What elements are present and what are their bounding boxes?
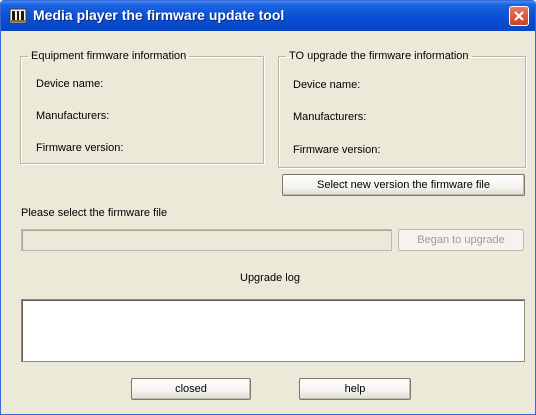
dialog-client-area: Equipment firmware information Device na… bbox=[1, 31, 535, 414]
upgrade-log-textarea[interactable] bbox=[21, 299, 525, 362]
window-title: Media player the firmware update tool bbox=[33, 7, 285, 23]
upgrade-manufacturers-label: Manufacturers: bbox=[293, 111, 367, 123]
equipment-firmware-legend: Equipment firmware information bbox=[31, 50, 187, 62]
upgrade-log-label: Upgrade log bbox=[240, 272, 300, 284]
media-player-app-icon bbox=[9, 8, 27, 24]
close-window-button[interactable] bbox=[509, 6, 529, 26]
closed-button[interactable]: closed bbox=[131, 378, 251, 400]
close-icon bbox=[514, 11, 524, 21]
equipment-firmware-version-label: Firmware version: bbox=[36, 142, 124, 154]
upgrade-device-name-label: Device name: bbox=[293, 79, 361, 91]
help-button[interactable]: help bbox=[299, 378, 411, 400]
firmware-file-path-field[interactable] bbox=[21, 229, 392, 251]
file-prompt-label: Please select the firmware file bbox=[21, 207, 168, 219]
firmware-update-window: Media player the firmware update tool Eq… bbox=[0, 0, 536, 415]
upgrade-firmware-legend: TO upgrade the firmware information bbox=[289, 50, 469, 62]
equipment-device-name-label: Device name: bbox=[36, 78, 104, 90]
select-firmware-file-button[interactable]: Select new version the firmware file bbox=[282, 174, 525, 196]
equipment-manufacturers-label: Manufacturers: bbox=[36, 110, 110, 122]
began-to-upgrade-button[interactable]: Began to upgrade bbox=[398, 229, 524, 251]
upgrade-firmware-version-label: Firmware version: bbox=[293, 144, 381, 156]
title-bar[interactable]: Media player the firmware update tool bbox=[1, 1, 535, 31]
